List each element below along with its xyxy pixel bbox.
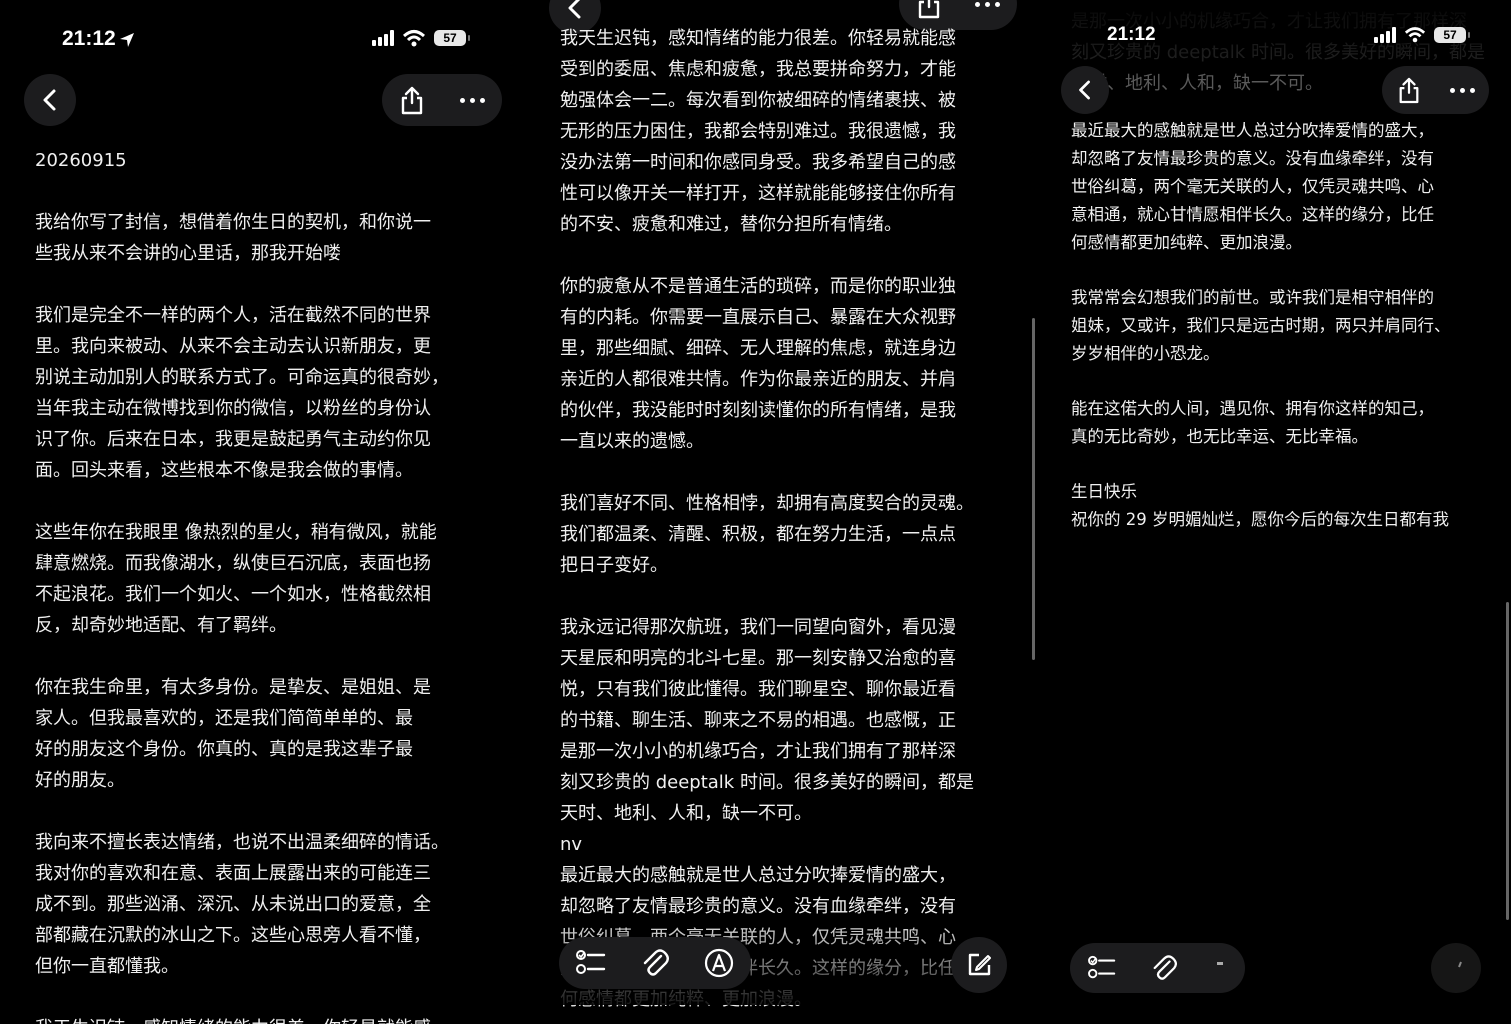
- note-body[interactable]: 最近最大的感触就是世人总过分吹捧爱情的盛大， 却忽略了友情最珍贵的意义。没有血缘…: [1071, 117, 1503, 565]
- share-icon[interactable]: [916, 0, 942, 19]
- share-icon[interactable]: [1397, 76, 1421, 104]
- chevron-left-icon: [43, 89, 56, 111]
- back-button[interactable]: [24, 74, 76, 126]
- compose-button[interactable]: [1431, 943, 1481, 993]
- wifi-icon: [1404, 27, 1426, 43]
- scrollbar[interactable]: [1032, 318, 1035, 660]
- markup-pen-icon[interactable]: [704, 948, 734, 978]
- ellipsis-icon[interactable]: [975, 1, 1001, 7]
- note-date: 20260915: [35, 150, 127, 171]
- status-time: 21:12: [62, 27, 116, 50]
- note-screenshot-1: 21:12 57 20260915 我给你写了封信，想借着你生日的契机，和你说一…: [0, 0, 516, 1024]
- paperclip-icon[interactable]: [641, 948, 669, 978]
- ellipsis-icon[interactable]: [1449, 87, 1475, 93]
- paragraph: 我向来不擅长表达情绪，也说不出温柔细碎的情话。 我对你的喜欢和在意、表面上展露出…: [35, 832, 449, 977]
- compose-icon: [968, 953, 991, 976]
- compose-button[interactable]: [951, 937, 1007, 993]
- note-screenshot-2: 我天生迟钝，感知情绪的能力很差。你轻易就能感 受到的委屈、焦虑和疲惫，我总要拼命…: [527, 0, 1035, 1024]
- status-icons: 57: [372, 29, 470, 47]
- ellipsis-icon[interactable]: [459, 97, 485, 103]
- paperclip-icon[interactable]: [1151, 954, 1178, 982]
- wifi-icon: [402, 30, 426, 47]
- note-screenshot-3: 是那一次小小的机缘巧合，才让我们拥有了那样深 刻又珍贵的 deeptalk 时间…: [1048, 0, 1511, 1024]
- signal-icon: [1374, 26, 1396, 43]
- checklist-icon[interactable]: [1087, 955, 1116, 981]
- paragraph: 你的疲惫从不是普通生活的琐碎，而是你的职业独 有的内耗。你需要一直展示自己、暴露…: [560, 276, 956, 452]
- paragraph: 能在这偌大的人间，遇见你、拥有你这样的知己， 真的无比奇妙，也无比幸运、无比幸福…: [1071, 399, 1434, 446]
- paragraph: 这些年你在我眼里 像热烈的星火，稍有微风，就能 肆意燃烧。而我像湖水，纵使巨石沉…: [35, 522, 437, 636]
- paragraph: 我们喜好不同、性格相悖，却拥有高度契合的灵魂。 我们都温柔、清醒、积极，都在努力…: [560, 493, 974, 576]
- battery-icon: 57: [434, 30, 470, 46]
- paragraph: 我天生迟钝，感知情绪的能力很差。你轻易就能感 受到的委屈、焦虑和疲惫，我总要拼命…: [560, 28, 956, 235]
- checklist-icon[interactable]: [576, 949, 606, 977]
- note-body[interactable]: 我天生迟钝，感知情绪的能力很差。你轻易就能感 受到的委屈、焦虑和疲惫，我总要拼命…: [560, 23, 1030, 1024]
- paragraph: 我常常会幻想我们的前世。或许我们是相守相伴的 姐妹，又或许，我们只是远古时期，两…: [1071, 288, 1451, 363]
- note-body[interactable]: 20260915 我给你写了封信，想借着你生日的契机，和你说一 些我从来不会讲的…: [35, 145, 505, 1024]
- share-icon[interactable]: [399, 85, 425, 115]
- signal-icon: [372, 30, 394, 46]
- paragraph: 最近最大的感触就是世人总过分吹捧爱情的盛大， 却忽略了友情最珍贵的意义。没有血缘…: [1071, 121, 1434, 252]
- location-arrow-icon: [120, 33, 134, 47]
- status-icons: 57: [1374, 26, 1470, 43]
- markup-pen-icon[interactable]: [1213, 954, 1227, 982]
- back-button[interactable]: [1061, 66, 1109, 114]
- paragraph: 我给你写了封信，想借着你生日的契机，和你说一 些我从来不会讲的心里话，那我开始喽: [35, 212, 431, 264]
- status-time: 21:12: [1107, 24, 1156, 45]
- paragraph: 我们是完全不一样的两个人，活在截然不同的世界 里。我向来被动、从来不会主动去认识…: [35, 305, 449, 481]
- paragraph: 我永远记得那次航班，我们一同望向窗外，看见漫 天星辰和明亮的北斗七星。那一刻安静…: [560, 617, 974, 824]
- typed-fragment: nv: [560, 834, 583, 855]
- chevron-left-icon: [568, 0, 581, 19]
- editing-toolbar: [1070, 943, 1245, 993]
- closing-paragraph: 生日快乐 祝你的 29 岁明媚灿烂，愿你今后的每次生日都有我: [1071, 482, 1449, 529]
- compose-icon: [1458, 961, 1462, 968]
- paragraph-cut-off: 我天生迟钝，感知情绪的能力很差。你轻易就能感: [35, 1013, 505, 1024]
- note-actions-pill: [382, 74, 502, 126]
- battery-icon: 57: [1434, 26, 1470, 43]
- scrollbar[interactable]: [1506, 602, 1509, 920]
- paragraph: 你在我生命里，有太多身份。是挚友、是姐姐、是 家人。但我最喜欢的，还是我们简简单…: [35, 677, 431, 791]
- note-actions-pill: [1382, 66, 1489, 114]
- editing-toolbar: [559, 937, 751, 989]
- chevron-left-icon: [1079, 80, 1090, 100]
